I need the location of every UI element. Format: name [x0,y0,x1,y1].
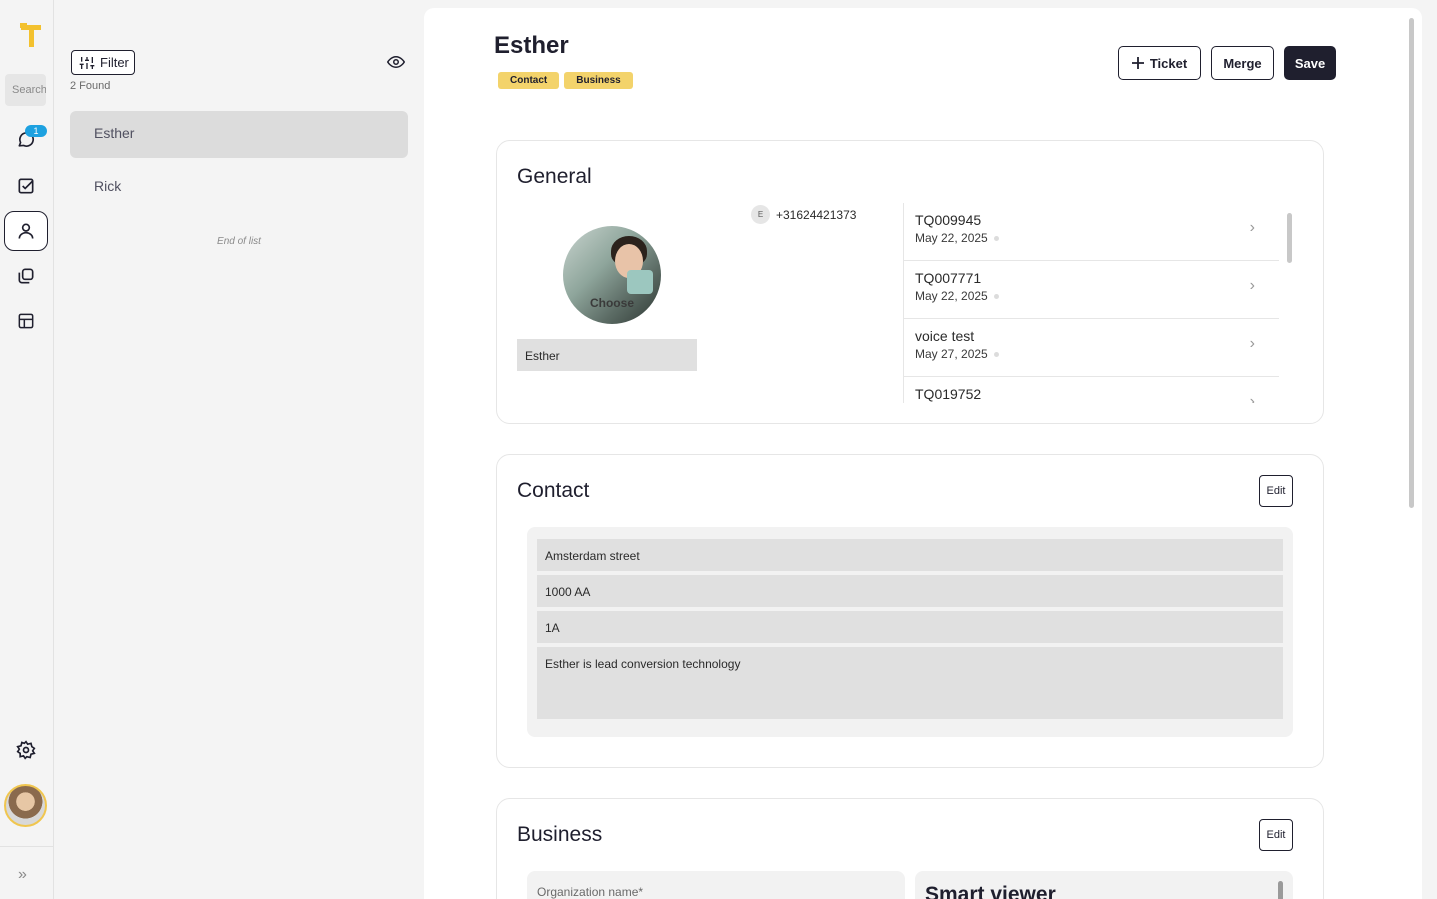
contact-card: Contact Edit Amsterdam street 1000 AA 1A… [496,454,1324,768]
name-field[interactable]: Esther [517,339,697,371]
smart-viewer-title: Smart viewer [925,883,1056,899]
business-edit-button[interactable]: Edit [1259,819,1293,851]
plus-icon [1131,57,1144,69]
smart-viewer-scrollbar[interactable] [1278,881,1283,899]
chevron-right-icon: › [1249,335,1255,352]
page-title: Esther [494,32,569,59]
copies-nav-button[interactable] [4,256,48,296]
organization-name-field[interactable]: Organization name* [527,871,905,899]
list-item[interactable]: Rick [70,164,408,211]
phone-number: +31624421373 [776,207,857,222]
rail-divider [0,846,54,847]
ticket-date: May 22, 2025 [915,289,1279,303]
copy-icon [18,268,34,284]
contact-edit-button[interactable]: Edit [1259,475,1293,507]
ticket-id: TQ019752 [915,386,982,402]
add-ticket-button[interactable]: Ticket [1118,46,1201,80]
filter-button[interactable]: Filter [71,50,135,75]
phone-entry[interactable]: E +31624421373 [751,205,856,224]
street-field[interactable]: Amsterdam street [537,539,1283,571]
merge-button[interactable]: Merge [1211,46,1274,80]
chat-badge: 1 [25,125,47,137]
smart-viewer[interactable]: Smart viewer [915,871,1293,899]
note-field[interactable]: Esther is lead conversion technology [537,647,1283,719]
sliders-icon [79,56,95,69]
app-logo-icon[interactable] [19,22,43,50]
tag-contact: Contact [498,72,560,89]
gear-icon [16,740,36,760]
ticket-scrollbar[interactable] [1287,213,1292,263]
ticket-row[interactable]: voice test May 27, 2025 › [904,319,1279,377]
chevron-right-icon: › [1249,219,1255,236]
phone-initial-badge: E [751,205,770,224]
contact-heading: Contact [517,479,590,502]
contact-fields: Amsterdam street 1000 AA 1A Esther is le… [527,527,1293,737]
checkbox-icon [18,178,34,194]
found-count: 2 Found [70,80,111,92]
user-avatar[interactable] [4,784,47,827]
contacts-nav-button[interactable] [4,211,48,251]
ticket-date: May 22, 2025 [915,231,1279,245]
end-of-list: End of list [217,236,261,247]
user-icon [18,223,34,239]
tag-list: Contact Business [498,72,633,89]
tag-business: Business [564,72,633,89]
photo-cup [627,270,653,294]
table-icon [18,313,34,329]
tasks-nav-button[interactable] [4,166,48,206]
business-heading: Business [517,823,603,846]
chevron-right-icon: › [1249,393,1255,403]
ticket-row[interactable]: TQ019752 › [904,377,1279,403]
house-number-field[interactable]: 1A [537,611,1283,643]
choose-photo-label: Choose [589,296,634,310]
ticket-id: TQ009945 [915,212,982,228]
settings-nav-button[interactable] [4,730,48,770]
eye-icon[interactable] [387,53,405,71]
expand-rail-icon[interactable]: » [18,866,27,884]
table-nav-button[interactable] [4,301,48,341]
business-card: Business Edit Organization name* Smart v… [496,798,1324,899]
postal-code-field[interactable]: 1000 AA [537,575,1283,607]
ticket-date: May 27, 2025 [915,347,1279,361]
ticket-list[interactable]: TQ009945 May 22, 2025 › TQ007771 May 22,… [903,203,1279,403]
search-input[interactable]: Search [5,74,46,106]
chevron-right-icon: › [1249,277,1255,294]
profile-photo[interactable]: Choose [563,226,661,324]
ticket-label: Ticket [1149,55,1188,71]
general-heading: General [517,165,592,188]
ticket-row[interactable]: TQ009945 May 22, 2025 › [904,203,1279,261]
contact-list-panel: Filter 2 Found Esther Rick End of list [54,0,424,899]
detail-panel: Esther Contact Business Ticket Merge Sav… [424,8,1422,899]
main-scrollbar[interactable] [1409,18,1414,508]
save-button[interactable]: Save [1284,46,1336,80]
ticket-id: voice test [915,328,975,344]
general-card: General Choose Esther E +31624421373 TQ0… [496,140,1324,424]
filter-label: Filter [100,55,129,70]
ticket-row[interactable]: TQ007771 May 22, 2025 › [904,261,1279,319]
list-item[interactable]: Esther [70,111,408,158]
nav-rail: Search 1 » [0,0,54,899]
ticket-id: TQ007771 [915,270,982,286]
